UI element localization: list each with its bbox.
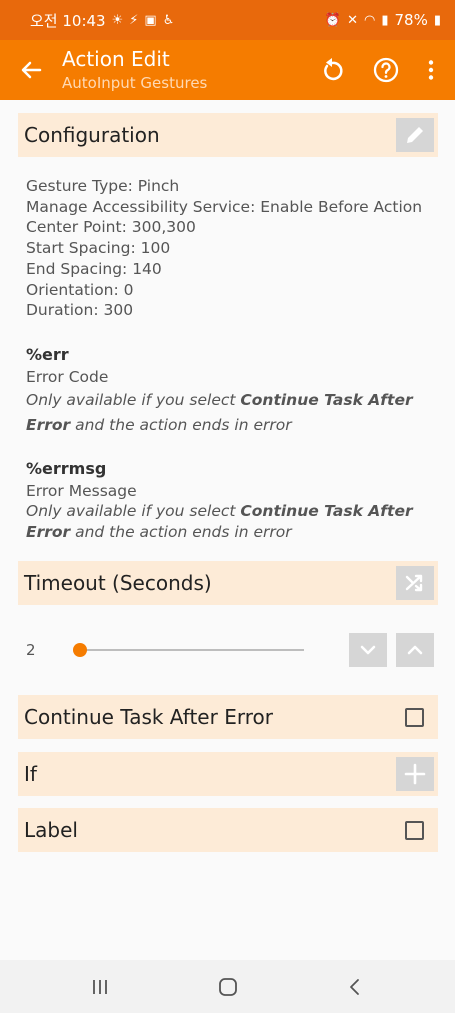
timeout-title: Timeout (Seconds) xyxy=(24,571,212,595)
timeout-slider-thumb[interactable] xyxy=(73,643,87,657)
alarm-icon: ⏰ xyxy=(324,12,342,28)
screen: 오전 10:43 ☀ ⚡ ▣ ♿ ⏰ ✕ ◠ ▮ 78% ▮ Action Ed… xyxy=(0,0,455,1013)
label-row[interactable]: Label xyxy=(18,808,438,852)
more-vert-icon xyxy=(428,60,434,80)
note-emphasis: Continue Task After xyxy=(240,502,413,520)
variable-note: Only available if you select Continue Ta… xyxy=(26,388,413,438)
note-emphasis: Error xyxy=(26,523,71,541)
timeout-header: Timeout (Seconds) xyxy=(18,561,438,605)
chevron-down-icon xyxy=(360,645,376,655)
accessibility-icon: ♿ xyxy=(162,12,175,28)
increase-button[interactable] xyxy=(396,633,434,667)
mute-icon: ✕ xyxy=(347,12,358,28)
notification-icon: ▣ xyxy=(144,12,157,28)
recent-apps-icon xyxy=(93,980,107,994)
plus-icon xyxy=(404,763,426,785)
variable-name: %err xyxy=(26,345,69,364)
arrow-left-icon xyxy=(21,61,42,79)
config-line: Gesture Type: Pinch xyxy=(26,177,180,195)
variable-toggle-button[interactable] xyxy=(396,566,434,600)
configuration-details: Gesture Type: Pinch Manage Accessibility… xyxy=(26,176,422,321)
battery-icon: ▮ xyxy=(433,12,441,28)
help-button[interactable] xyxy=(371,55,401,85)
variable-label: Error Code xyxy=(26,368,109,386)
back-button[interactable] xyxy=(16,55,46,85)
config-line: Start Spacing: 100 xyxy=(26,239,171,258)
system-navigation-bar xyxy=(0,960,455,1013)
configuration-title: Configuration xyxy=(24,123,160,147)
continue-task-label: Continue Task After Error xyxy=(24,705,273,729)
help-icon xyxy=(373,57,399,83)
label-checkbox[interactable] xyxy=(405,821,424,840)
note-text: Only available if you select xyxy=(26,391,241,409)
note-text: and the action ends in error xyxy=(70,416,292,434)
if-row: If xyxy=(18,752,438,796)
variable-label: Error Message xyxy=(26,482,137,500)
back-nav-button[interactable] xyxy=(340,973,370,1001)
chevron-left-icon xyxy=(350,979,359,995)
home-icon xyxy=(219,978,237,996)
label-label: Label xyxy=(24,818,78,842)
chevron-up-icon xyxy=(407,645,423,655)
continue-task-checkbox[interactable] xyxy=(405,708,424,727)
pencil-icon xyxy=(407,127,423,143)
more-options-button[interactable] xyxy=(416,55,446,85)
reset-button[interactable] xyxy=(317,55,347,85)
home-button[interactable] xyxy=(213,973,243,1001)
signal-icon: ▮ xyxy=(381,12,389,28)
battery-level: 78% xyxy=(394,11,428,29)
page-subtitle: AutoInput Gestures xyxy=(62,74,208,92)
shuffle-icon xyxy=(405,574,423,592)
configuration-header: Configuration xyxy=(18,113,438,157)
config-line: Orientation: 0 xyxy=(26,280,134,299)
recent-apps-button[interactable] xyxy=(85,973,115,1001)
edit-configuration-button[interactable] xyxy=(396,118,434,152)
lightning-icon: ⚡ xyxy=(129,12,139,28)
config-line: Duration: 300 xyxy=(26,301,134,320)
add-condition-button[interactable] xyxy=(396,757,434,791)
weather-icon: ☀ xyxy=(111,12,124,28)
config-line: Center Point: 300,300 xyxy=(26,218,196,237)
page-title: Action Edit xyxy=(62,47,170,71)
status-time: 오전 10:43 xyxy=(30,11,106,30)
wifi-icon: ◠ xyxy=(364,12,376,28)
continue-task-row[interactable]: Continue Task After Error xyxy=(18,695,438,739)
decrease-button[interactable] xyxy=(349,633,387,667)
timeout-value: 2 xyxy=(26,641,36,659)
status-bar: 오전 10:43 ☀ ⚡ ▣ ♿ ⏰ ✕ ◠ ▮ 78% ▮ xyxy=(0,0,455,40)
undo-icon xyxy=(324,58,343,81)
timeout-slider-track[interactable] xyxy=(80,649,304,651)
note-emphasis: Continue Task After xyxy=(240,391,413,409)
if-label: If xyxy=(24,762,37,786)
config-line: End Spacing: 140 xyxy=(26,259,162,278)
variable-name: %errmsg xyxy=(26,459,107,478)
note-emphasis: Error xyxy=(26,416,71,434)
note-text: and the action ends in error xyxy=(70,523,292,541)
variable-note: Only available if you select Continue Ta… xyxy=(26,501,413,543)
app-bar: Action Edit AutoInput Gestures xyxy=(0,40,455,100)
note-text: Only available if you select xyxy=(26,502,241,520)
config-line: Manage Accessibility Service: Enable Bef… xyxy=(26,197,423,216)
